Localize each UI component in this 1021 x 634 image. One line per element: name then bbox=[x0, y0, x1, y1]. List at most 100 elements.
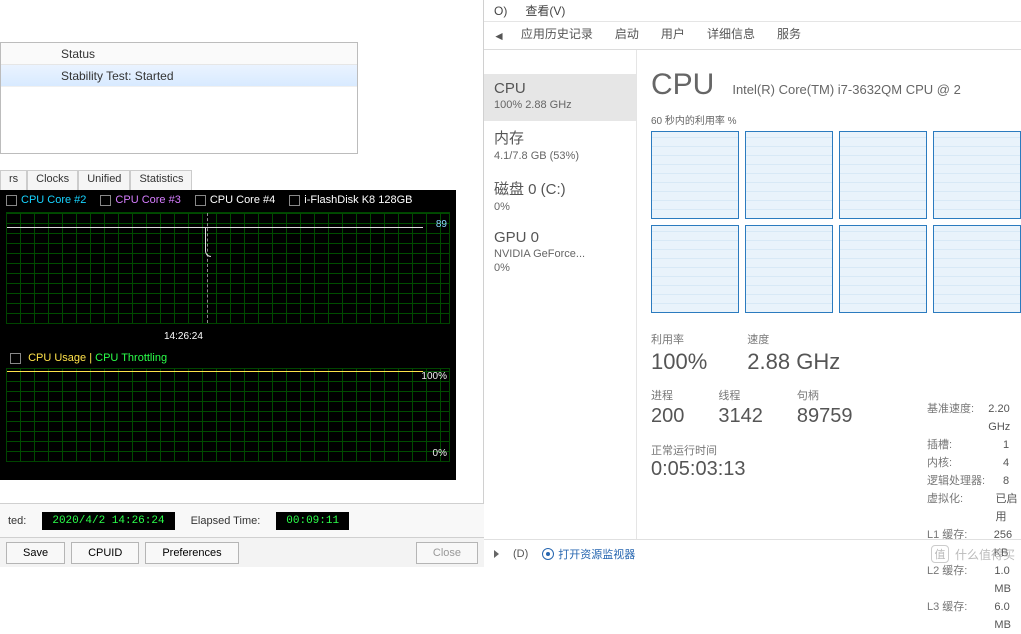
spec-lp-v: 8 bbox=[1003, 472, 1009, 490]
tab-sensors[interactable]: rs bbox=[0, 170, 27, 190]
trace-drop bbox=[205, 227, 211, 257]
tm-tabs: ◄ 应用历史记录 启动 用户 详细信息 服务 bbox=[484, 22, 1021, 50]
legend-core2[interactable]: CPU Core #2 bbox=[6, 194, 86, 206]
tab-statistics[interactable]: Statistics bbox=[130, 170, 192, 190]
spec-l2-v: 1.0 MB bbox=[994, 562, 1021, 598]
tm-footer: (D) 打开资源监视器 bbox=[484, 539, 1021, 567]
sidebar-item-memory[interactable]: 内存 4.1/7.8 GB (53%) bbox=[484, 121, 636, 172]
status-table: Status Stability Test: Started bbox=[0, 42, 358, 154]
checkbox-icon[interactable] bbox=[100, 195, 111, 206]
status-empty bbox=[1, 87, 357, 153]
handle-label: 句柄 bbox=[797, 387, 853, 403]
graph-usage[interactable]: 100% 0% bbox=[6, 368, 450, 462]
speed-value: 2.88 GHz bbox=[747, 349, 840, 375]
tab-scroll-left[interactable]: ◄ bbox=[488, 23, 510, 49]
core-graph-4[interactable] bbox=[651, 225, 739, 313]
legend-throttle: CPU Throttling bbox=[95, 352, 167, 364]
proc-value: 200 bbox=[651, 405, 684, 428]
status-row[interactable]: Stability Test: Started bbox=[1, 65, 357, 87]
sidebar-mem-sub: 4.1/7.8 GB (53%) bbox=[494, 150, 626, 162]
close-button[interactable]: Close bbox=[416, 542, 478, 564]
checkbox-icon[interactable] bbox=[10, 353, 21, 364]
util-value: 100% bbox=[651, 349, 707, 375]
tab-unified[interactable]: Unified bbox=[78, 170, 130, 190]
spec-core-v: 4 bbox=[1003, 454, 1009, 472]
graph-temp[interactable]: 89 bbox=[6, 212, 450, 324]
core-grid bbox=[651, 131, 1021, 313]
core-graph-0[interactable] bbox=[651, 131, 739, 219]
spec-lp-k: 逻辑处理器: bbox=[927, 472, 997, 490]
tm-body: CPU 100% 2.88 GHz 内存 4.1/7.8 GB (53%) 磁盘… bbox=[484, 50, 1021, 539]
core-graph-7[interactable] bbox=[933, 225, 1021, 313]
resource-monitor-label: 打开资源监视器 bbox=[558, 546, 635, 562]
tm-sidebar: CPU 100% 2.88 GHz 内存 4.1/7.8 GB (53%) 磁盘… bbox=[484, 50, 637, 539]
tab-users[interactable]: 用户 bbox=[650, 19, 696, 49]
monitor-icon bbox=[542, 548, 554, 560]
status-header[interactable]: Status bbox=[1, 43, 357, 65]
scale-100: 100% bbox=[421, 371, 447, 382]
menu-view[interactable]: 查看(V) bbox=[525, 2, 565, 19]
sidebar-cpu-sub: 100% 2.88 GHz bbox=[494, 99, 626, 111]
preferences-button[interactable]: Preferences bbox=[145, 542, 238, 564]
legend-core4[interactable]: CPU Core #4 bbox=[195, 194, 275, 206]
thread-label: 线程 bbox=[718, 387, 763, 403]
sidebar-gpu-title: GPU 0 bbox=[494, 229, 626, 246]
tab-history[interactable]: 应用历史记录 bbox=[510, 19, 604, 49]
sidebar-gpu-sub2: 0% bbox=[494, 262, 626, 274]
spec-virt-k: 虚拟化: bbox=[927, 490, 990, 526]
proc-label: 进程 bbox=[651, 387, 684, 403]
started-value: 2020/4/2 14:26:24 bbox=[42, 512, 174, 530]
cpuid-window: Status Stability Test: Started rs Clocks… bbox=[0, 0, 484, 567]
monitor-panel: CPU Core #2 CPU Core #3 CPU Core #4 i-Fl… bbox=[0, 190, 456, 480]
started-label: ted: bbox=[8, 515, 26, 527]
peak-value: 89 bbox=[436, 219, 447, 230]
sidebar-mem-title: 内存 bbox=[494, 127, 626, 148]
sidebar-item-disk[interactable]: 磁盘 0 (C:) 0% bbox=[484, 172, 636, 223]
open-resource-monitor[interactable]: 打开资源监视器 bbox=[542, 546, 635, 562]
core-graph-6[interactable] bbox=[839, 225, 927, 313]
sidebar-item-gpu[interactable]: GPU 0 NVIDIA GeForce... 0% bbox=[484, 223, 636, 284]
sidebar-gpu-sub1: NVIDIA GeForce... bbox=[494, 248, 626, 260]
elapsed-value: 00:09:11 bbox=[276, 512, 349, 530]
legend-sep: | bbox=[89, 352, 92, 364]
grid bbox=[7, 213, 449, 323]
core-graph-5[interactable] bbox=[745, 225, 833, 313]
spec-virt-v: 已启用 bbox=[996, 490, 1021, 526]
stats-row1: 利用率 100% 速度 2.88 GHz bbox=[651, 331, 1021, 375]
core-graph-2[interactable] bbox=[839, 131, 927, 219]
core-graph-1[interactable] bbox=[745, 131, 833, 219]
spec-sock-k: 插槽: bbox=[927, 436, 997, 454]
spec-l3-k: L3 缓存: bbox=[927, 598, 988, 634]
spec-base-k: 基准速度: bbox=[927, 400, 982, 436]
checkbox-icon[interactable] bbox=[195, 195, 206, 206]
tab-details[interactable]: 详细信息 bbox=[696, 19, 766, 49]
fewer-details[interactable]: (D) bbox=[513, 548, 528, 560]
sidebar-item-cpu[interactable]: CPU 100% 2.88 GHz bbox=[484, 74, 636, 121]
stat-threads: 线程 3142 bbox=[718, 387, 763, 428]
trace-usage bbox=[7, 371, 423, 372]
cpuid-button[interactable]: CPUID bbox=[71, 542, 139, 564]
trace-line bbox=[7, 227, 423, 229]
stat-utilization: 利用率 100% bbox=[651, 331, 707, 375]
spec-base-v: 2.20 GHz bbox=[988, 400, 1021, 436]
tab-services[interactable]: 服务 bbox=[766, 19, 812, 49]
tab-clocks[interactable]: Clocks bbox=[27, 170, 78, 190]
legend-usage: CPU Usage bbox=[28, 352, 86, 364]
checkbox-icon[interactable] bbox=[289, 195, 300, 206]
legend-flash[interactable]: i-FlashDisk K8 128GB bbox=[289, 194, 412, 206]
checkbox-icon[interactable] bbox=[6, 195, 17, 206]
sidebar-disk-title: 磁盘 0 (C:) bbox=[494, 178, 626, 199]
util-label: 利用率 bbox=[651, 331, 707, 347]
chevron-icon[interactable] bbox=[494, 550, 499, 558]
sidebar-cpu-title: CPU bbox=[494, 80, 626, 97]
graph-sublabel: 60 秒内的利用率 % bbox=[651, 112, 1021, 127]
save-button[interactable]: Save bbox=[6, 542, 65, 564]
core-graph-3[interactable] bbox=[933, 131, 1021, 219]
scale-0: 0% bbox=[433, 448, 447, 459]
button-bar: Save CPUID Preferences Close bbox=[0, 537, 484, 567]
cpu-name: Intel(R) Core(TM) i7-3632QM CPU @ 2 bbox=[732, 82, 960, 97]
menu-options[interactable]: O) bbox=[494, 4, 507, 18]
tab-startup[interactable]: 启动 bbox=[604, 19, 650, 49]
legend-core3[interactable]: CPU Core #3 bbox=[100, 194, 180, 206]
speed-label: 速度 bbox=[747, 331, 840, 347]
